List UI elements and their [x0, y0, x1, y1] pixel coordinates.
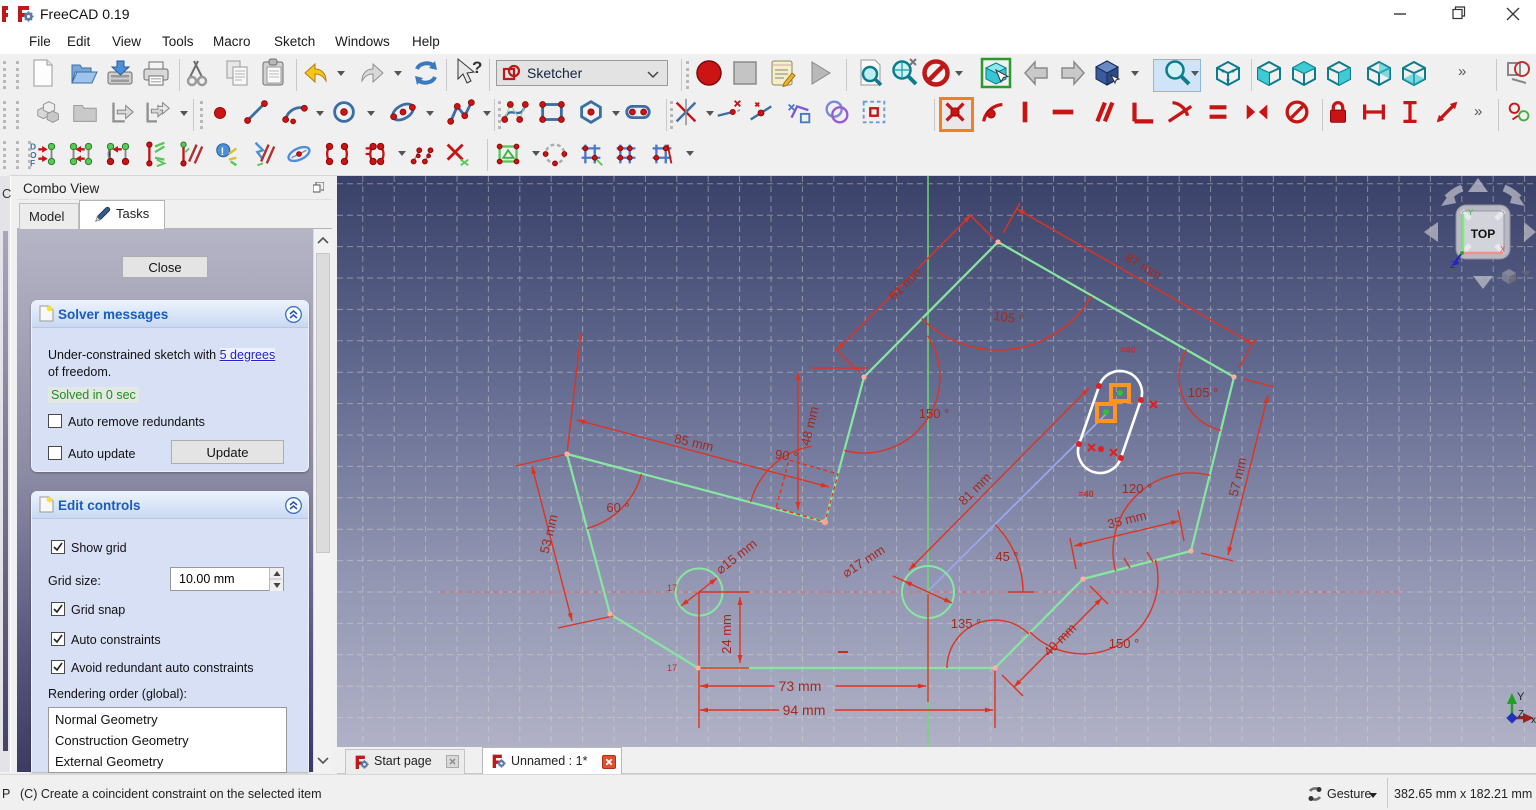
svg-text:Z: Z: [1518, 709, 1524, 720]
svg-text:73 mm: 73 mm: [779, 678, 822, 694]
svg-text:105 °: 105 °: [1188, 385, 1219, 400]
svg-text:17: 17: [667, 663, 677, 673]
svg-text:?: ?: [472, 58, 482, 77]
svg-text:94 mm: 94 mm: [783, 702, 826, 718]
svg-text:120 °: 120 °: [1122, 481, 1153, 496]
svg-text:Y: Y: [1468, 208, 1474, 217]
svg-text:150 °: 150 °: [919, 406, 950, 421]
svg-text:TOP: TOP: [1471, 227, 1495, 241]
svg-text:24 mm: 24 mm: [719, 614, 734, 654]
svg-text:=40: =40: [1120, 345, 1135, 355]
svg-text:45 °: 45 °: [995, 549, 1018, 564]
svg-text:=40: =40: [1078, 489, 1093, 499]
svg-text:!: !: [220, 146, 224, 158]
svg-text:Z: Z: [1450, 260, 1456, 270]
svg-text:135 °: 135 °: [951, 616, 982, 631]
svg-text:60 °: 60 °: [606, 500, 629, 515]
svg-text:X: X: [1500, 245, 1506, 254]
svg-text:150 °: 150 °: [1109, 636, 1140, 651]
svg-text:x: x: [1531, 715, 1536, 726]
svg-text:Y: Y: [1517, 691, 1525, 703]
svg-text:90 °: 90 °: [774, 446, 799, 464]
svg-text:17: 17: [667, 583, 677, 593]
